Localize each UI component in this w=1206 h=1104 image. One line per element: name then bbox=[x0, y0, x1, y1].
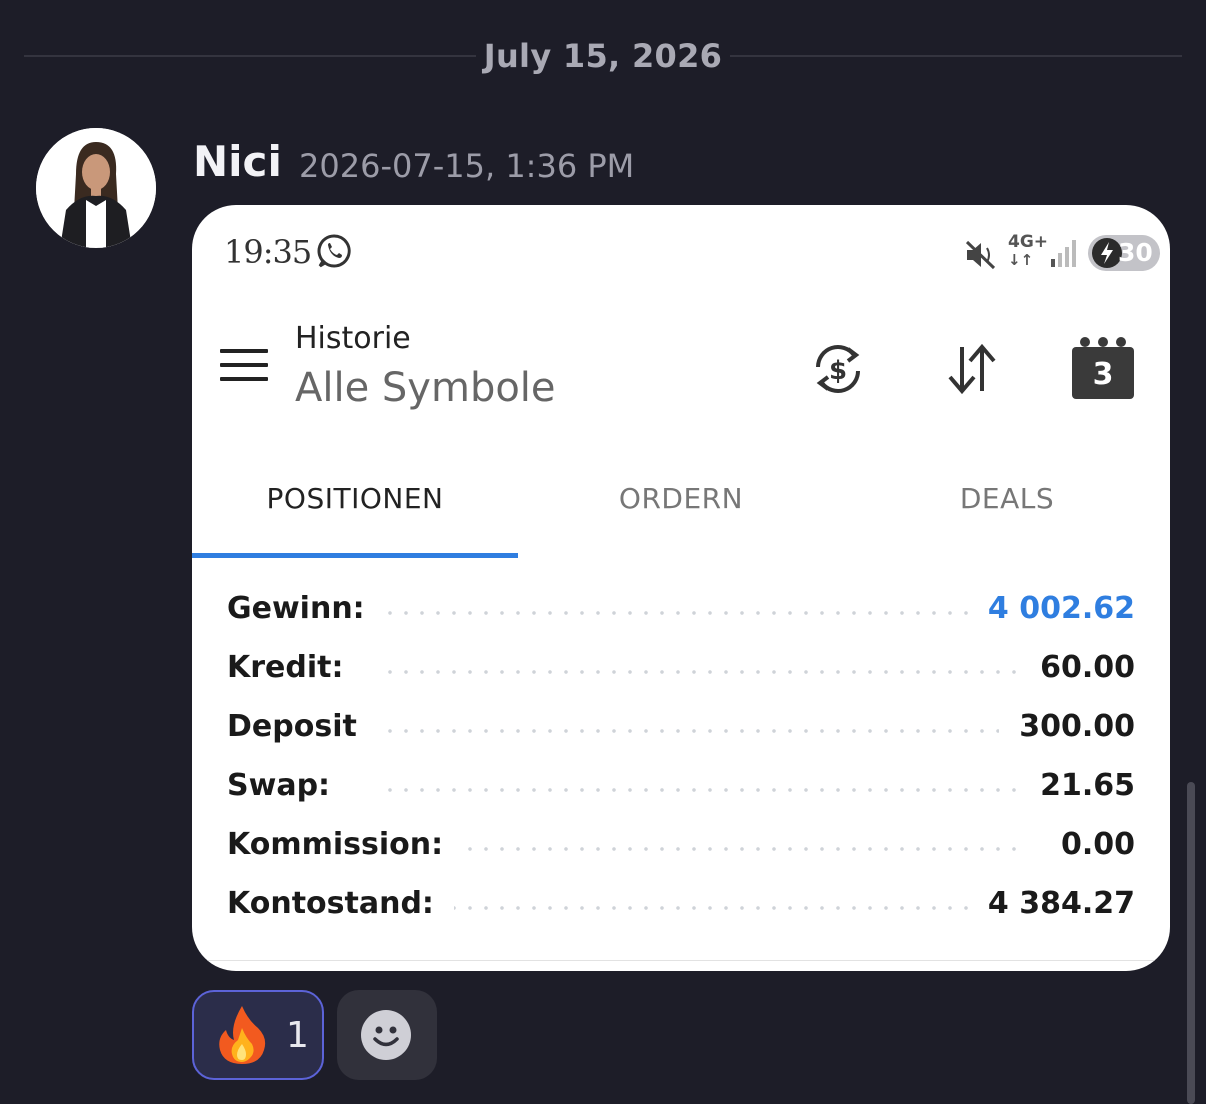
battery-percent: 30 bbox=[1118, 238, 1153, 267]
add-reaction-icon bbox=[361, 1010, 411, 1060]
summary-row-kommission: Kommission: 0.00 bbox=[192, 817, 1170, 876]
row-value: 4 002.62 bbox=[967, 589, 1135, 629]
whatsapp-icon bbox=[316, 233, 352, 269]
dot-leader bbox=[382, 611, 1020, 615]
divider-date: July 15, 2026 bbox=[483, 37, 723, 75]
row-label: Deposit bbox=[227, 707, 377, 747]
fire-icon bbox=[214, 1004, 270, 1066]
sort-icon[interactable] bbox=[942, 339, 1002, 399]
row-value: 0.00 bbox=[1040, 825, 1135, 865]
summary-row-kontostand: Kontostand: 4 384.27 bbox=[192, 876, 1170, 935]
divider-line-right bbox=[730, 55, 1182, 57]
summary-row-gewinn: Gewinn: 4 002.62 bbox=[192, 581, 1170, 640]
summary-row-deposit: Deposit 300.00 bbox=[192, 699, 1170, 758]
row-value: 60.00 bbox=[1020, 648, 1135, 688]
row-label: Kommission: bbox=[227, 825, 464, 865]
summary-row-swap: Swap: 21.65 bbox=[192, 758, 1170, 817]
page-title: Historie bbox=[295, 321, 411, 356]
tab-deals[interactable]: DEALS bbox=[844, 463, 1170, 559]
dot-leader bbox=[382, 906, 1020, 910]
network-label: 4G+ bbox=[1008, 232, 1049, 252]
author-name[interactable]: Nici bbox=[193, 136, 282, 188]
data-arrows-icon: ↓↑ bbox=[1008, 251, 1034, 269]
mute-icon bbox=[964, 239, 1000, 271]
add-reaction-button[interactable] bbox=[337, 990, 437, 1080]
calendar-icon[interactable]: 3 bbox=[1072, 337, 1134, 399]
reaction-count: 1 bbox=[286, 1015, 309, 1056]
avatar[interactable] bbox=[36, 128, 156, 248]
row-value: 21.65 bbox=[1020, 766, 1135, 806]
attached-screenshot[interactable]: 19:35 4G+ ↓↑ 30 Historie Alle Symbole $ … bbox=[192, 205, 1170, 971]
divider-line-left bbox=[24, 55, 476, 57]
row-value: 300.00 bbox=[999, 707, 1135, 747]
summary-row-kredit: Kredit: 60.00 bbox=[192, 640, 1170, 699]
scrollbar[interactable] bbox=[1187, 782, 1195, 1104]
svg-text:$: $ bbox=[829, 356, 847, 386]
tab-ordern[interactable]: ORDERN bbox=[518, 463, 844, 559]
date-divider: July 15, 2026 bbox=[24, 34, 1182, 78]
screenshot-bottom-line bbox=[192, 960, 1170, 961]
row-label: Kredit: bbox=[227, 648, 364, 688]
app-bar: Historie Alle Symbole $ 3 bbox=[192, 305, 1170, 435]
active-tab-indicator bbox=[192, 553, 518, 558]
calendar-day: 3 bbox=[1092, 357, 1114, 392]
dot-leader bbox=[382, 847, 1020, 851]
tab-bar: POSITIONEN ORDERN DEALS bbox=[192, 463, 1170, 559]
menu-icon[interactable] bbox=[220, 349, 268, 385]
status-icons: 4G+ ↓↑ 30 bbox=[942, 233, 1160, 273]
reaction-fire[interactable]: 1 bbox=[192, 990, 324, 1080]
currency-exchange-icon[interactable]: $ bbox=[808, 339, 868, 399]
row-label: Swap: bbox=[227, 766, 351, 806]
dot-leader bbox=[382, 670, 1020, 674]
battery-icon: 30 bbox=[1088, 235, 1160, 271]
dot-leader bbox=[382, 788, 1020, 792]
row-label: Gewinn: bbox=[227, 589, 385, 629]
row-label: Kontostand: bbox=[227, 884, 454, 924]
signal-icon bbox=[1050, 239, 1080, 267]
row-value: 4 384.27 bbox=[967, 884, 1135, 924]
summary-list: Gewinn: 4 002.62 Kredit: 60.00 Deposit 3… bbox=[192, 581, 1170, 935]
symbol-filter[interactable]: Alle Symbole bbox=[295, 363, 556, 413]
message-timestamp: 2026-07-15, 1:36 PM bbox=[299, 147, 635, 185]
network-indicator: 4G+ ↓↑ bbox=[1008, 233, 1048, 269]
tab-positionen[interactable]: POSITIONEN bbox=[192, 463, 518, 559]
dot-leader bbox=[382, 729, 1020, 733]
status-time: 19:35 bbox=[224, 233, 312, 271]
status-bar: 19:35 4G+ ↓↑ 30 bbox=[224, 231, 1160, 275]
